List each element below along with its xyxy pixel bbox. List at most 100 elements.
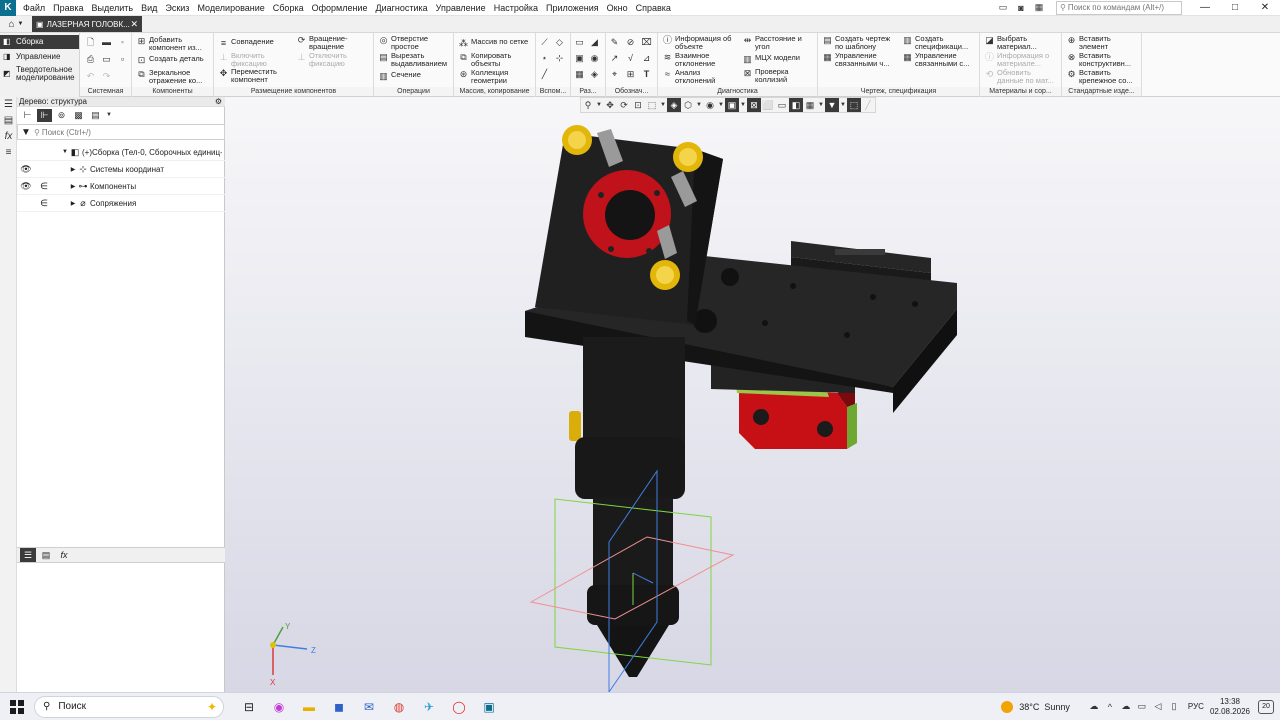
grid-icon[interactable]: ▦ xyxy=(1032,2,1046,14)
section-button[interactable]: ▥ Сечение xyxy=(378,71,421,82)
position-icon[interactable]: ⌖ xyxy=(609,69,620,80)
3d-viewport[interactable]: ⚲ ▼ ✥ ⟳ ⊡ ⬚ ▼ ◈ ⬡ ▼ ◉ ▼ ▣ ▼ ⊠ ⬜ ▭ ◧ ▦ ▼ ▼ ▼ ⬚ ╱ xyxy=(225,97,1280,692)
coincidence-button[interactable]: ≡ Совпадение xyxy=(218,38,274,49)
restore-button[interactable]: □ xyxy=(1220,0,1250,16)
tree-row-coords[interactable]: 👁 ▶ ⊹ Системы координат xyxy=(17,161,225,178)
variables-icon[interactable]: fx xyxy=(0,129,17,145)
roughness-icon[interactable]: √ xyxy=(625,53,636,64)
collisions-button[interactable]: ⊠ Проверка коллизий xyxy=(742,68,818,83)
collapse-icon[interactable]: ▼ xyxy=(61,149,69,155)
network-icon[interactable]: ▭ xyxy=(1134,701,1150,712)
window-icon[interactable]: ▭ xyxy=(101,54,112,65)
tag-icon[interactable]: ⌧ xyxy=(641,37,652,48)
dim-arc-icon[interactable]: ▦ xyxy=(574,69,585,80)
menu-view[interactable]: Вид xyxy=(137,0,161,16)
text-icon[interactable]: T xyxy=(641,69,652,80)
copy-objects-button[interactable]: ⧉ Копировать объекты xyxy=(458,52,534,67)
filter-icon[interactable]: ▼ xyxy=(18,127,34,138)
interference-button[interactable]: ≋ Взаимное отклонение xyxy=(662,52,742,67)
command-search-input[interactable] xyxy=(1067,3,1172,12)
redo-icon[interactable]: ↷ xyxy=(101,71,112,82)
menu-edit[interactable]: Правка xyxy=(49,0,87,16)
window-layout-icon[interactable]: ▭ xyxy=(996,2,1010,14)
layers-icon[interactable]: ▩ xyxy=(71,109,86,122)
opera-icon[interactable]: ◯ xyxy=(444,693,474,720)
mirror-button[interactable]: ⧉ Зеркальное отражение ко... xyxy=(136,69,214,84)
menu-modeling[interactable]: Моделирование xyxy=(193,0,268,16)
dim-angle-icon[interactable]: ◢ xyxy=(589,37,600,48)
collection-button[interactable]: ⊛ Коллекция геометрии xyxy=(458,69,534,84)
menu-assembly[interactable]: Сборка xyxy=(269,0,308,16)
notifications-badge[interactable]: 20 xyxy=(1258,699,1274,714)
insert-fastener-button[interactable]: ⚙ Вставить крепежное со... xyxy=(1066,69,1142,84)
create-part-button[interactable]: ⊡ Создать деталь xyxy=(136,55,204,66)
create-drawing-button[interactable]: ▤ Создать чертеж по шаблону xyxy=(822,35,902,50)
dim-diameter-icon[interactable]: ◉ xyxy=(589,53,600,64)
tolerance-icon[interactable]: ⊞ xyxy=(625,69,636,80)
material-info-button[interactable]: ⓘ Информация о материале... xyxy=(984,52,1062,67)
menu-settings[interactable]: Настройка xyxy=(490,0,542,16)
menu-file[interactable]: Файл xyxy=(19,0,49,16)
create-spec-button[interactable]: ▥ Создать спецификаци... xyxy=(902,35,980,50)
insert-element-button[interactable]: ⊕ Вставить элемент xyxy=(1066,35,1142,50)
taskbar-search[interactable]: ⚲ Поиск ✦ xyxy=(34,695,224,718)
move-component-button[interactable]: ✥ Переместить компонент xyxy=(218,68,290,83)
expand-icon[interactable]: ▶ xyxy=(69,200,77,207)
clock[interactable]: 13:38 02.08.2026 xyxy=(1210,697,1250,717)
telegram-icon[interactable]: ✈ xyxy=(414,693,444,720)
chevron-down-icon[interactable]: ▼ xyxy=(105,109,113,122)
axis-icon[interactable]: ⟋ xyxy=(539,37,550,48)
store-icon[interactable]: ◼ xyxy=(324,693,354,720)
tree-search-input[interactable] xyxy=(41,127,222,137)
manage-links-spec-button[interactable]: ▦ Управление связанными с... xyxy=(902,52,980,67)
variables-icon[interactable]: fx xyxy=(56,548,72,562)
visibility-eye-icon[interactable]: 👁 xyxy=(17,164,35,175)
rotate-button[interactable]: ⟳ Вращение-вращение xyxy=(296,35,370,50)
battery-icon[interactable]: ▯ xyxy=(1166,701,1182,712)
tree-view-icon[interactable]: ☰ xyxy=(20,548,36,562)
mode-assembly[interactable]: ◧ Сборка xyxy=(0,35,79,49)
pencil-icon[interactable]: ✎ xyxy=(609,37,620,48)
new-file-icon[interactable]: 🗋 xyxy=(85,37,96,48)
document-tab[interactable]: ▣ ЛАЗЕРНАЯ ГОЛОВК... ✕ xyxy=(32,16,142,32)
weather-widget[interactable]: 38°C Sunny xyxy=(1001,700,1070,713)
manage-links-drawing-button[interactable]: ▦ Управление связанными ч... xyxy=(822,52,902,67)
expand-icon[interactable]: ▶ xyxy=(69,183,77,190)
plane-icon[interactable]: ◇ xyxy=(554,37,565,48)
deviation-button[interactable]: ≈ Анализ отклонений xyxy=(662,69,742,84)
include-icon[interactable]: ∈ xyxy=(35,181,53,192)
save-as-icon[interactable]: ▫ xyxy=(117,54,128,65)
tree-row-mates[interactable]: ∈ ▶ ⌀ Сопряжения xyxy=(17,195,225,212)
task-view-icon[interactable]: ⊟ xyxy=(234,693,264,720)
sort-icon[interactable]: ▤ xyxy=(88,109,103,122)
menu-management[interactable]: Управление xyxy=(432,0,490,16)
mode-solid[interactable]: ◩ Твердотельное моделирование xyxy=(0,65,79,83)
expand-icon[interactable]: ▶ xyxy=(69,166,77,173)
insert-constr-button[interactable]: ⊗ Вставить конструктивн... xyxy=(1066,52,1142,67)
tree-view-icon[interactable]: ☰ xyxy=(0,97,17,113)
cut-extrude-button[interactable]: ▤ Вырезать выдавливанием xyxy=(378,52,454,67)
base-icon[interactable]: ⊿ xyxy=(641,53,652,64)
tree-row-components[interactable]: 👁 ∈ ▶ ⊶ Компоненты xyxy=(17,178,225,195)
home-tab[interactable]: ⌂ ▼ xyxy=(0,16,32,32)
menu-select[interactable]: Выделить xyxy=(88,0,138,16)
leader-icon[interactable]: ↗ xyxy=(609,53,620,64)
csys-icon[interactable]: ⊹ xyxy=(554,53,565,64)
menu-sketch[interactable]: Эскиз xyxy=(161,0,193,16)
point-icon[interactable]: ⋆ xyxy=(539,53,550,64)
chevron-up-icon[interactable]: ^ xyxy=(1102,702,1118,712)
properties-icon[interactable]: ▤ xyxy=(38,548,54,562)
close-tab-icon[interactable]: ✕ xyxy=(130,19,138,30)
structure-icon[interactable]: ⊩ xyxy=(37,108,52,122)
cloud-icon[interactable]: ☁ xyxy=(1118,701,1134,712)
minimize-button[interactable]: — xyxy=(1190,0,1220,16)
tree-mode-icon[interactable]: ⊢ xyxy=(20,109,35,122)
start-button[interactable] xyxy=(0,693,34,720)
file-explorer-icon[interactable]: ▬ xyxy=(294,693,324,720)
visibility-eye-icon[interactable]: 👁 xyxy=(17,181,35,192)
language-indicator[interactable]: РУС xyxy=(1188,702,1204,711)
enable-fix-button[interactable]: ⊥ Включить фиксацию xyxy=(218,52,290,67)
dim-chain-icon[interactable]: ◈ xyxy=(589,69,600,80)
menu-help[interactable]: Справка xyxy=(632,0,675,16)
dim-linear-icon[interactable]: ▭ xyxy=(574,37,585,48)
